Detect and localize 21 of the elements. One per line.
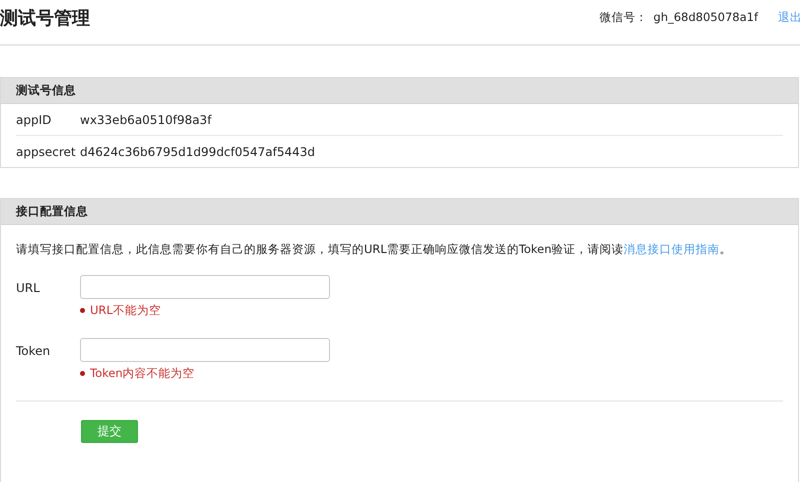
- field-label: appsecret: [16, 144, 77, 158]
- input-field[interactable]: [80, 275, 330, 299]
- page-title: 测试号管理: [0, 7, 90, 30]
- field-value: d4624c36b6795d1d99dcf0547af5443d: [80, 144, 316, 158]
- error-dot-icon: [80, 308, 85, 313]
- submit-button[interactable]: 提交: [81, 420, 138, 443]
- panel-title: 接口配置信息: [16, 204, 88, 219]
- error-message: URL不能为空: [90, 303, 161, 318]
- guide-link[interactable]: 消息接口使用指南: [624, 242, 720, 256]
- field-label: appID: [16, 112, 52, 126]
- description-text: 请填写接口配置信息，此信息需要你有自己的服务器资源，填写的URL需要正确响应微信发送的Token验证，请阅读消息接口使用指南。: [16, 242, 733, 257]
- field-value: wx33eb6a0510f98a3f: [80, 112, 212, 126]
- account-id: gh_68d805078a1f: [653, 10, 758, 25]
- logout-link[interactable]: 退出: [778, 10, 800, 25]
- input-field[interactable]: [80, 338, 330, 362]
- account-label: 微信号：: [599, 10, 648, 25]
- panel-title: 测试号信息: [16, 83, 76, 98]
- field-label: URL: [16, 280, 41, 297]
- field-label: Token: [16, 343, 52, 360]
- error-message: Token内容不能为空: [90, 366, 195, 381]
- error-dot-icon: [80, 371, 85, 376]
